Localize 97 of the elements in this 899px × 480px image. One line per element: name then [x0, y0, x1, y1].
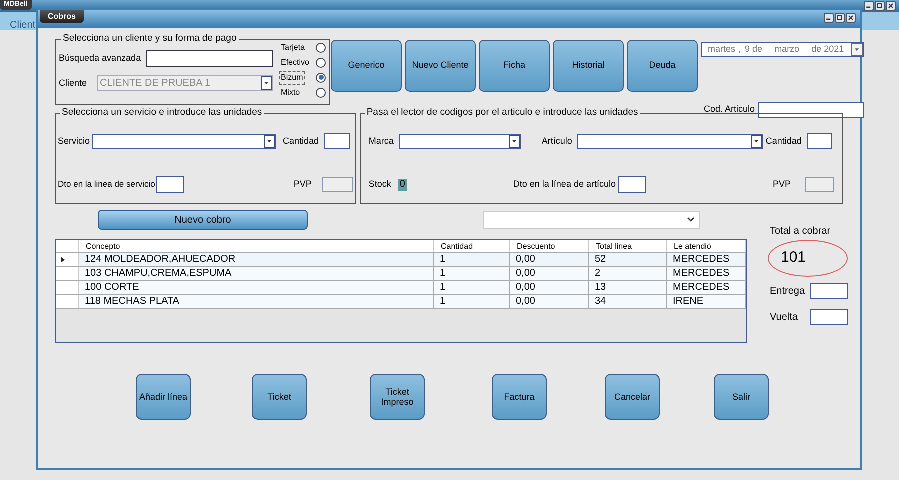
service-combo[interactable] [92, 134, 276, 149]
field-label: Dto en la línea de artículo [513, 178, 616, 191]
discount-field[interactable] [156, 176, 184, 194]
total-label: Total a cobrar [770, 225, 832, 239]
radio-label: Tarjeta [280, 42, 306, 54]
table-cell: MERCEDES [667, 281, 746, 294]
field-label: PVP [294, 178, 313, 191]
menu-strip [862, 12, 899, 30]
menu-item[interactable]: Client [10, 20, 36, 30]
given-amount-field[interactable] [810, 283, 848, 299]
brand-combo[interactable] [398, 134, 521, 149]
radio-label: Efectivo [280, 56, 310, 69]
close-icon[interactable] [846, 13, 856, 23]
window-title: Cobros [40, 10, 84, 23]
field-label: Artículo [542, 134, 574, 148]
total-amount: 101 [768, 240, 848, 277]
table-cell: 0,00 [510, 281, 589, 294]
table-cell: 118 MECHAS PLATA [79, 295, 434, 308]
minimize-icon[interactable] [824, 13, 834, 23]
table-cell: 2 [589, 267, 667, 280]
current-row-icon [61, 256, 65, 262]
dropdown-icon [261, 76, 272, 90]
toolbar-button[interactable]: Nuevo Cliente [405, 40, 476, 92]
table-cell: 0,00 [510, 253, 589, 266]
toolbar-button[interactable]: Deuda [627, 40, 698, 92]
new-charge-button[interactable]: Nuevo cobro [98, 210, 308, 230]
table-cell: 103 CHAMPU,CREMA,ESPUMA [79, 267, 434, 280]
table-cell: 100 CORTE [79, 281, 434, 294]
column-header[interactable]: Concepto [79, 240, 434, 252]
field-label: Entrega [770, 284, 806, 298]
action-button[interactable]: Ticket [252, 374, 307, 420]
field-label: Cliente [59, 76, 88, 90]
toolbar-button[interactable]: Ficha [479, 40, 550, 92]
price-field [805, 177, 834, 192]
table-cell: 13 [589, 281, 667, 294]
column-header[interactable]: Le atendió [667, 240, 746, 252]
table-cell: 1 [434, 295, 510, 308]
table-cell: 0,00 [510, 267, 589, 280]
table-cell: 52 [589, 253, 667, 266]
action-button[interactable]: Cancelar [605, 374, 660, 420]
discount-field[interactable] [618, 176, 646, 194]
action-button[interactable]: Añadir línea [136, 374, 191, 420]
action-button[interactable]: Factura [492, 374, 547, 420]
radio-button[interactable] [316, 42, 326, 53]
toolbar-button[interactable]: Historial [553, 40, 624, 92]
table-cell: IRENE [667, 295, 746, 308]
radio-button[interactable] [316, 58, 326, 68]
radio-label: Mixto [280, 86, 302, 99]
field-label: Vuelta [770, 310, 798, 324]
field-label: Cod. Articulo [704, 103, 755, 116]
article-code-field[interactable] [758, 102, 864, 118]
table-cell: 1 [434, 267, 510, 280]
close-icon[interactable] [886, 1, 896, 11]
stock-count: 0 [398, 178, 408, 191]
action-button[interactable]: Ticket Impreso [370, 374, 425, 420]
field-label: Stock [368, 178, 392, 191]
maximize-icon[interactable] [835, 13, 845, 23]
groupbox-title: Pasa el lector de codigos por el articulo e introduce las unidades [366, 106, 640, 120]
minimize-icon[interactable] [864, 1, 874, 11]
dropdown-icon [508, 134, 520, 148]
toolbar-button[interactable]: Generico [331, 40, 402, 92]
action-button[interactable]: Salir [714, 374, 769, 420]
price-field [322, 177, 353, 192]
dropdown-icon [264, 134, 275, 148]
field-label: PVP [773, 178, 792, 191]
field-label: Búsqueda avanzada [59, 52, 142, 65]
groupbox-title: Selecciona un servicio e introduce las unidades [61, 106, 264, 120]
field-label: Dto en la linea de servicio [58, 178, 156, 192]
table-cell: 0,00 [510, 295, 589, 308]
radio-label: Bizum [280, 72, 304, 84]
dropdown-icon [750, 134, 762, 148]
column-header[interactable]: Cantidad [434, 240, 510, 252]
column-header[interactable]: Descuento [510, 240, 589, 252]
maximize-icon[interactable] [875, 1, 885, 11]
row-header[interactable] [56, 253, 79, 266]
date-picker[interactable]: martes , 9 de marzo de 2021 [701, 42, 864, 57]
field-label: Cantidad [283, 134, 320, 148]
change-amount-field[interactable] [810, 309, 848, 325]
search-field[interactable] [146, 50, 273, 68]
groupbox-title: Selecciona un cliente y su forma de pago [62, 32, 238, 46]
column-header[interactable]: Total linea [589, 240, 667, 252]
table-cell: 1 [434, 253, 510, 266]
field-label: Cantidad [766, 134, 803, 148]
radio-button[interactable] [316, 88, 326, 98]
chevron-down-icon [687, 217, 695, 223]
field-label: Marca [368, 134, 395, 148]
table-cell: MERCEDES [667, 267, 746, 280]
quantity-field[interactable] [324, 133, 350, 150]
dropdown-field[interactable] [483, 211, 700, 229]
quantity-field[interactable] [806, 133, 832, 150]
table-cell: 124 MOLDEADOR,AHUECADOR [79, 253, 434, 266]
table-cell: MERCEDES [667, 253, 746, 266]
field-label: Servicio [58, 134, 92, 148]
table-cell: 1 [434, 281, 510, 294]
table-cell: 34 [589, 295, 667, 308]
article-combo[interactable] [576, 134, 763, 149]
radio-button[interactable] [316, 72, 326, 83]
